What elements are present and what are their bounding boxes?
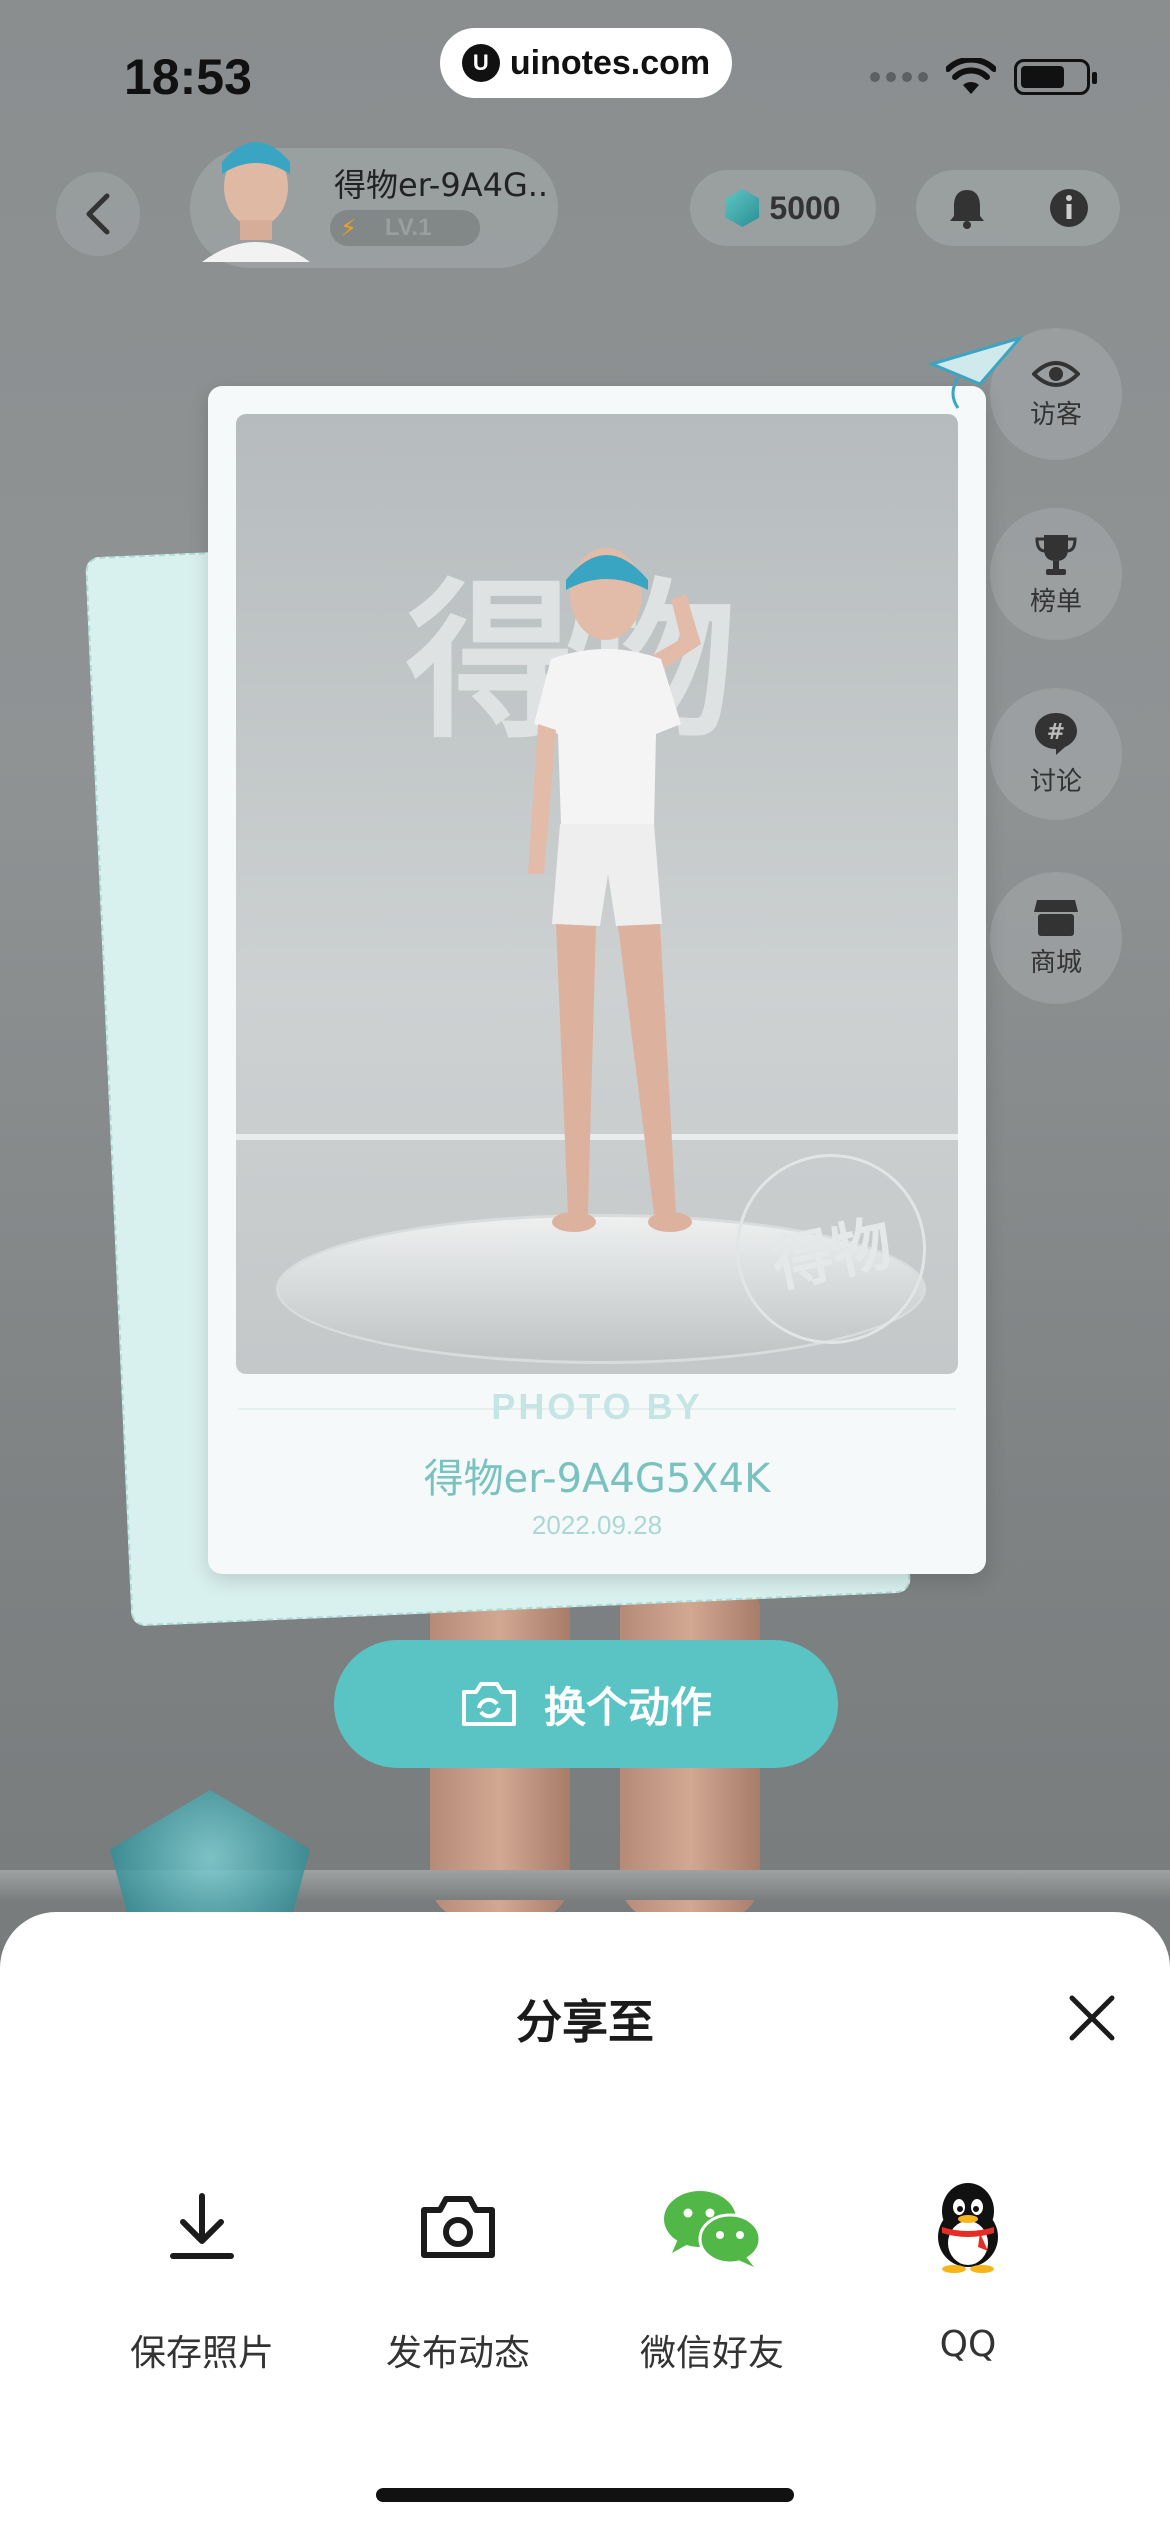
bell-icon[interactable] — [947, 186, 987, 230]
url-badge: U uinotes.com — [440, 28, 732, 98]
camera-refresh-icon — [461, 1682, 516, 1726]
side-label: 访客 — [1029, 399, 1082, 430]
share-option-wechat[interactable]: 微信好友 — [592, 2172, 832, 2392]
wifi-icon — [946, 58, 996, 94]
side-button-ranking[interactable]: 榜单 — [990, 508, 1122, 640]
side-label: 榜单 — [1029, 586, 1082, 617]
lightning-icon: ⚡ — [340, 214, 357, 242]
level-text: LV.1 — [384, 214, 432, 241]
photo-by-label: PHOTO BY — [491, 1386, 703, 1427]
avatar-photo: 得物 得物 — [236, 414, 958, 1374]
share-option-qq[interactable]: QQ — [848, 2172, 1088, 2392]
photo-card: 得物 得物 PHOTO BY 得物er-9A4G5X4K 2022.09.28 — [208, 386, 986, 1574]
coin-balance[interactable]: 5000 — [690, 170, 876, 246]
share-option-save-photo[interactable]: 保存照片 — [82, 2172, 322, 2392]
camera-icon — [421, 2196, 495, 2258]
side-button-store[interactable]: 商城 — [990, 872, 1122, 1004]
eye-icon — [1032, 360, 1080, 387]
profile-username: 得物er-9A4G.. — [334, 166, 549, 204]
change-action-button[interactable]: 换个动作 — [334, 1640, 838, 1768]
share-sheet-title: 分享至 — [516, 1995, 654, 2049]
change-action-label: 换个动作 — [543, 1682, 712, 1732]
qq-penguin-icon — [938, 2183, 998, 2273]
share-option-label: 微信好友 — [639, 2333, 784, 2374]
trophy-icon — [1035, 534, 1077, 575]
share-option-label: QQ — [939, 2324, 997, 2365]
level-badge: ⚡ LV.1 — [330, 210, 480, 246]
wechat-icon — [664, 2191, 762, 2267]
home-indicator — [376, 2488, 794, 2502]
avatar[interactable] — [192, 92, 320, 262]
header-actions — [916, 170, 1120, 246]
side-label: 讨论 — [1029, 766, 1082, 797]
hashtag-chat-icon: # — [1035, 712, 1077, 755]
back-button[interactable] — [56, 172, 140, 256]
info-icon[interactable] — [1048, 187, 1090, 229]
battery-icon — [1014, 59, 1097, 95]
url-text: uinotes.com — [509, 43, 711, 82]
download-icon — [170, 2193, 234, 2259]
status-icons — [870, 58, 1097, 96]
share-option-label: 发布动态 — [385, 2333, 530, 2374]
paper-plane-icon — [928, 335, 1024, 409]
coin-value: 5000 — [769, 189, 841, 226]
uinotes-logo-icon: U — [461, 44, 500, 82]
side-label: 商城 — [1029, 947, 1082, 978]
avatar-figure — [528, 548, 701, 1232]
close-icon[interactable] — [1062, 1988, 1122, 2048]
svg-text:#: # — [1047, 720, 1065, 745]
signal-icon — [870, 72, 928, 82]
share-option-post[interactable]: 发布动态 — [338, 2172, 578, 2392]
share-option-label: 保存照片 — [129, 2333, 274, 2374]
photo-username: 得物er-9A4G5X4K — [423, 1456, 771, 1502]
photo-date: 2022.09.28 — [531, 1510, 663, 1540]
chevron-left-icon — [86, 193, 110, 235]
side-button-discussion[interactable]: # 讨论 — [990, 688, 1122, 820]
crystal-coin-icon — [725, 189, 760, 227]
share-sheet: 分享至 保存照片 发布动态 微信好友 QQ — [0, 1912, 1170, 2532]
store-icon — [1034, 899, 1078, 936]
